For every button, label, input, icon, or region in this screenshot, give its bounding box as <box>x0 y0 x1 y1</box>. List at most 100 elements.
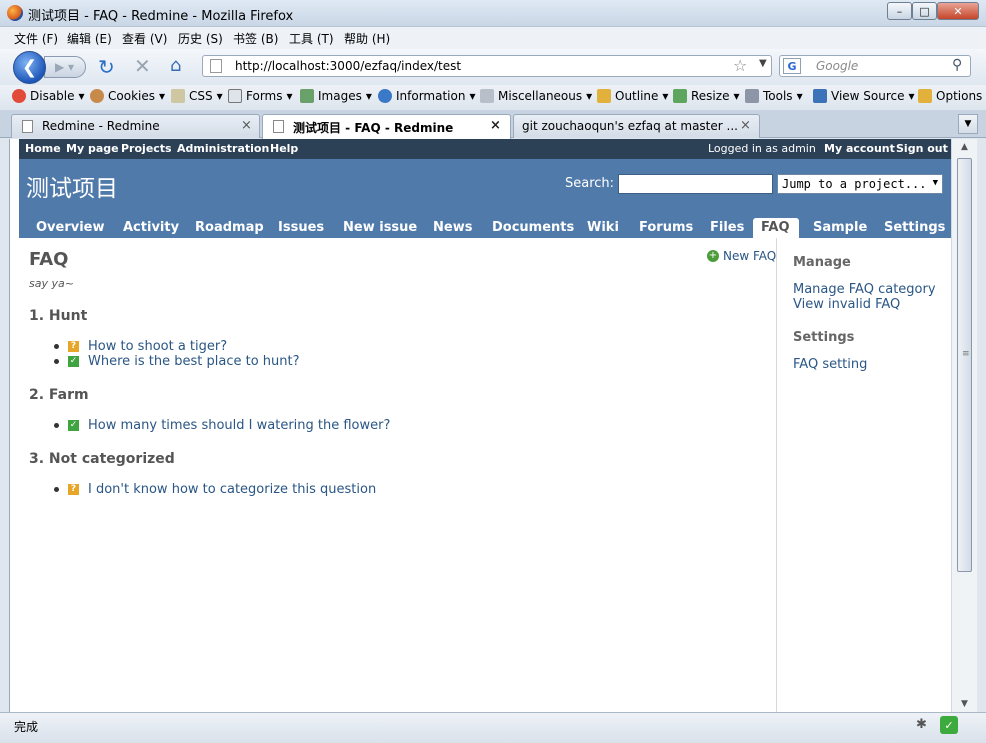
bullet-icon <box>54 487 59 492</box>
sidebar-link-faq-setting[interactable]: FAQ setting <box>793 357 867 372</box>
view-source-icon <box>813 89 827 103</box>
status-bar: 完成 ✱ ✓ <box>0 712 986 743</box>
close-window-button[interactable]: ✕ <box>937 2 979 20</box>
reload-icon[interactable]: ↻ <box>98 55 115 79</box>
tab-sample[interactable]: Sample <box>805 218 875 240</box>
webdev-view-source[interactable]: View Source ▾ <box>813 89 915 103</box>
forward-icon: ▶ ▾ <box>55 60 75 74</box>
top-link-home[interactable]: Home <box>25 142 61 155</box>
search-label: Search: <box>565 176 615 191</box>
webdev-information[interactable]: Information ▾ <box>378 89 476 103</box>
tab-list-dropdown-icon[interactable]: ▼ <box>958 114 978 134</box>
search-bar[interactable]: G Google ⚲ <box>779 55 971 77</box>
tab-files[interactable]: Files <box>702 218 752 240</box>
sidebar: Manage Manage FAQ category View invalid … <box>776 238 951 712</box>
tab-issues[interactable]: Issues <box>270 218 332 240</box>
tab-faq[interactable]: 测试项目 - FAQ - Redmine × <box>262 114 511 139</box>
page-icon <box>273 120 284 133</box>
webdev-miscellaneous[interactable]: Miscellaneous ▾ <box>480 89 592 103</box>
chevron-down-icon: ▼ <box>932 178 938 188</box>
tab-activity[interactable]: Activity <box>115 218 187 240</box>
main-content: FAQ say ya~ + New FAQ 1. Hunt ? How to sh… <box>19 238 776 712</box>
tab-git-ezfaq[interactable]: git zouchaoqun's ezfaq at master ... × <box>513 114 760 138</box>
close-tab-icon[interactable]: × <box>740 118 751 133</box>
tab-redmine[interactable]: Redmine - Redmine × <box>11 114 260 138</box>
scroll-up-icon[interactable]: ▲ <box>961 142 968 152</box>
webdev-forms[interactable]: Forms ▾ <box>228 89 293 103</box>
maximize-button[interactable]: □ <box>912 2 937 20</box>
faq-description: say ya~ <box>29 277 74 290</box>
menu-view[interactable]: 查看 (V) <box>122 30 167 47</box>
tab-roadmap[interactable]: Roadmap <box>187 218 272 240</box>
tab-faq[interactable]: FAQ <box>753 218 799 240</box>
webdev-options[interactable]: Options <box>918 89 982 103</box>
top-link-my-page[interactable]: My page <box>66 142 119 155</box>
tab-documents[interactable]: Documents <box>484 218 582 240</box>
unanswered-question-icon: ? <box>68 341 79 352</box>
tab-settings[interactable]: Settings <box>876 218 951 240</box>
home-icon[interactable]: ⌂ <box>170 55 181 76</box>
webdev-tools[interactable]: Tools ▾ <box>745 89 803 103</box>
url-bar[interactable]: http://localhost:3000/ezfaq/index/test ☆… <box>202 55 772 77</box>
menu-edit[interactable]: 编辑 (E) <box>67 30 112 47</box>
search-placeholder: Google <box>816 59 859 73</box>
search-icon[interactable]: ⚲ <box>952 57 962 73</box>
menu-bar: 文件 (F) 编辑 (E) 查看 (V) 历史 (S) 书签 (B) 工具 (T… <box>0 27 986 49</box>
webdev-resize[interactable]: Resize ▾ <box>673 89 739 103</box>
close-tab-icon[interactable]: × <box>490 118 501 133</box>
miscellaneous-icon <box>480 89 494 103</box>
url-dropdown-icon[interactable]: ▼ <box>759 58 767 69</box>
top-link-administration[interactable]: Administration <box>177 142 269 155</box>
sidebar-link-manage-faq-category[interactable]: Manage FAQ category <box>793 282 936 297</box>
sidebar-heading-manage: Manage <box>793 255 851 270</box>
top-link-projects[interactable]: Projects <box>121 142 172 155</box>
faq-link[interactable]: Where is the best place to hunt? <box>88 354 300 369</box>
close-tab-icon[interactable]: × <box>241 118 252 133</box>
back-icon: ❮ <box>21 57 38 78</box>
stop-icon[interactable]: ✕ <box>134 54 151 78</box>
vertical-scrollbar[interactable]: ▲ ≡ ▼ <box>951 139 977 712</box>
star-icon[interactable]: ☆ <box>733 56 747 75</box>
scroll-down-icon[interactable]: ▼ <box>961 699 968 709</box>
firebug-icon[interactable]: ✱ <box>916 717 932 733</box>
project-search-input[interactable] <box>618 174 773 194</box>
tab-forums[interactable]: Forums <box>631 218 701 240</box>
project-title: 测试项目 <box>26 176 118 202</box>
tab-wiki[interactable]: Wiki <box>579 218 627 240</box>
top-link-sign-out[interactable]: Sign out <box>896 142 948 155</box>
minimize-button[interactable]: – <box>887 2 912 20</box>
extension-status-icon[interactable]: ✓ <box>940 716 958 734</box>
tab-news[interactable]: News <box>425 218 480 240</box>
menu-bookmarks[interactable]: 书签 (B) <box>233 30 278 47</box>
sidebar-heading-settings: Settings <box>793 330 855 345</box>
forward-button[interactable]: ▶ ▾ <box>44 56 86 78</box>
tab-new-issue[interactable]: New issue <box>335 218 425 240</box>
menu-tools[interactable]: 工具 (T) <box>289 30 334 47</box>
sidebar-link-view-invalid-faq[interactable]: View invalid FAQ <box>793 297 900 312</box>
webdev-outline[interactable]: Outline ▾ <box>597 89 668 103</box>
bullet-icon <box>54 423 59 428</box>
menu-help[interactable]: 帮助 (H) <box>344 30 390 47</box>
status-text: 完成 <box>14 720 39 734</box>
webdev-css[interactable]: CSS ▾ <box>171 89 223 103</box>
menu-history[interactable]: 历史 (S) <box>178 30 223 47</box>
scrollbar-thumb[interactable] <box>957 158 972 572</box>
jump-to-project-select[interactable]: Jump to a project... ▼ <box>777 174 943 194</box>
menu-file[interactable]: 文件 (F) <box>14 30 58 47</box>
webdev-cookies[interactable]: Cookies ▾ <box>90 89 165 103</box>
faq-link[interactable]: How to shoot a tiger? <box>88 339 227 354</box>
top-link-help[interactable]: Help <box>270 142 298 155</box>
search-engine-icon[interactable]: G <box>783 58 801 74</box>
faq-link[interactable]: I don't know how to categorize this ques… <box>88 482 376 497</box>
webdev-disable[interactable]: Disable ▾ <box>12 89 85 103</box>
scroll-grip-icon: ≡ <box>962 349 970 359</box>
back-button[interactable]: ❮ <box>13 51 46 84</box>
url-text: http://localhost:3000/ezfaq/index/test <box>235 59 462 73</box>
webdev-images[interactable]: Images ▾ <box>300 89 372 103</box>
images-icon <box>300 89 314 103</box>
faq-link[interactable]: How many times should I watering the flo… <box>88 418 390 433</box>
new-faq-link[interactable]: + New FAQ <box>707 249 776 263</box>
top-link-my-account[interactable]: My account <box>824 142 895 155</box>
list-item: ? How to shoot a tiger? <box>54 339 227 354</box>
tab-overview[interactable]: Overview <box>28 218 113 240</box>
